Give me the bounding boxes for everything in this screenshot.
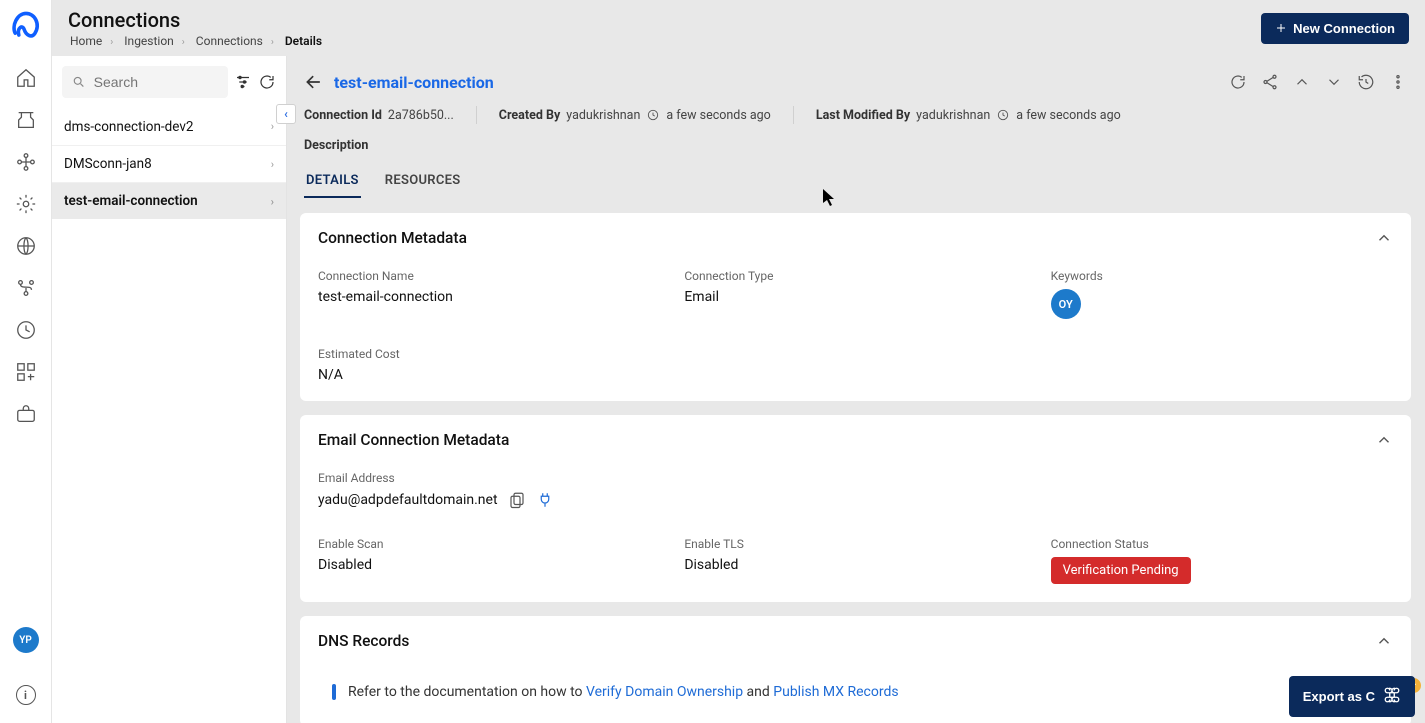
chevron-down-icon[interactable]	[1325, 73, 1343, 91]
user-avatar[interactable]: YP	[13, 627, 39, 653]
clock-icon[interactable]	[14, 318, 38, 342]
chevron-up-icon[interactable]	[1293, 73, 1311, 91]
crumb-home[interactable]: Home	[70, 34, 102, 48]
tab-resources[interactable]: RESOURCES	[383, 173, 463, 198]
flow-icon[interactable]	[14, 276, 38, 300]
chevron-right-icon: ›	[271, 158, 274, 171]
email-metadata-card: Email Connection Metadata Email Address …	[300, 415, 1411, 602]
clock-icon	[996, 108, 1010, 122]
more-icon[interactable]	[1389, 73, 1407, 91]
card-title: Connection Metadata	[318, 229, 467, 247]
clock-icon	[646, 108, 660, 122]
info-banner: Refer to the documentation on how to Ver…	[318, 666, 1393, 718]
page-header: Connections Home› Ingestion› Connections…	[52, 0, 1425, 56]
card-title: Email Connection Metadata	[318, 431, 509, 449]
connection-id-value: 2a786b50...	[388, 108, 454, 123]
globe-icon[interactable]	[14, 234, 38, 258]
field-label: Email Address	[318, 471, 1393, 485]
search-input[interactable]	[62, 66, 228, 98]
chevron-right-icon: ›	[271, 120, 274, 133]
verify-domain-link[interactable]: Verify Domain Ownership	[586, 684, 743, 700]
crumb-connections[interactable]: Connections	[196, 34, 263, 48]
field-value: test-email-connection	[318, 289, 660, 305]
connection-details: test-email-connection Connection Id 2a78…	[286, 56, 1425, 723]
refresh-icon[interactable]	[1229, 73, 1247, 91]
back-arrow-icon[interactable]	[304, 72, 324, 92]
created-ago: a few seconds ago	[666, 108, 770, 123]
keyword-chip[interactable]: OY	[1051, 289, 1081, 319]
search-icon	[72, 74, 86, 90]
navigation-rail: YP i	[0, 0, 52, 723]
copy-icon[interactable]	[508, 491, 526, 509]
breadcrumb: Home› Ingestion› Connections› Details	[68, 34, 324, 48]
tab-details[interactable]: DETAILS	[304, 173, 361, 198]
page-title: Connections	[68, 8, 324, 32]
command-icon	[1383, 686, 1401, 707]
list-item[interactable]: DMSconn-jan8›	[52, 145, 286, 182]
connection-id-label: Connection Id	[304, 108, 382, 123]
created-by-user: yadukrishnan	[566, 108, 640, 123]
connection-metadata-card: Connection Metadata Connection Name test…	[300, 213, 1411, 401]
field-label: Estimated Cost	[318, 347, 660, 361]
modified-ago: a few seconds ago	[1016, 108, 1120, 123]
field-label: Connection Name	[318, 269, 660, 283]
modified-by-label: Last Modified By	[816, 108, 910, 123]
collapse-panel-handle[interactable]: ‹	[276, 104, 296, 124]
app-logo	[8, 8, 44, 44]
field-value: Disabled	[684, 557, 1026, 573]
work-icon[interactable]	[14, 402, 38, 426]
apps-icon[interactable]	[14, 360, 38, 384]
list-item[interactable]: dms-connection-dev2›	[52, 108, 286, 145]
field-value: Disabled	[318, 557, 660, 573]
ingestion-icon[interactable]	[14, 108, 38, 132]
card-title: DNS Records	[318, 632, 409, 650]
search-field[interactable]	[94, 74, 218, 90]
export-button[interactable]: Export as C	[1289, 676, 1415, 717]
field-value: N/A	[318, 367, 660, 383]
collapse-card-icon[interactable]	[1375, 229, 1393, 247]
email-address-value: yadu@adpdefaultdomain.net	[318, 492, 498, 508]
new-connection-button[interactable]: New Connection	[1261, 13, 1409, 44]
description-label: Description	[304, 138, 1407, 153]
plug-icon[interactable]	[536, 491, 554, 509]
collapse-card-icon[interactable]	[1375, 431, 1393, 449]
list-item[interactable]: test-email-connection›	[52, 182, 286, 219]
field-label: Enable Scan	[318, 537, 660, 551]
dns-records-card: DNS Records Refer to the documentation o…	[300, 616, 1411, 723]
field-label: Connection Type	[684, 269, 1026, 283]
field-label: Enable TLS	[684, 537, 1026, 551]
plus-icon	[1275, 22, 1287, 34]
info-accent-bar	[332, 684, 336, 700]
crumb-current: Details	[285, 34, 322, 48]
created-by-label: Created By	[499, 108, 560, 123]
graph-icon[interactable]	[14, 150, 38, 174]
share-icon[interactable]	[1261, 73, 1279, 91]
refresh-icon[interactable]	[258, 73, 276, 91]
crumb-ingestion[interactable]: Ingestion	[124, 34, 174, 48]
modified-by-user: yadukrishnan	[916, 108, 990, 123]
home-icon[interactable]	[14, 66, 38, 90]
connection-title: test-email-connection	[334, 73, 494, 92]
field-value: Email	[684, 289, 1026, 305]
chevron-right-icon: ›	[271, 195, 274, 208]
collapse-card-icon[interactable]	[1375, 632, 1393, 650]
filter-icon[interactable]	[234, 73, 252, 91]
field-label: Keywords	[1051, 269, 1393, 283]
detail-actions	[1229, 73, 1407, 91]
publish-mx-link[interactable]: Publish MX Records	[773, 684, 898, 700]
gear-icon[interactable]	[14, 192, 38, 216]
history-icon[interactable]	[1357, 73, 1375, 91]
status-badge: Verification Pending	[1051, 557, 1191, 584]
connections-list-panel: dms-connection-dev2› DMSconn-jan8› test-…	[52, 56, 286, 723]
info-icon[interactable]: i	[16, 685, 36, 705]
field-label: Connection Status	[1051, 537, 1393, 551]
